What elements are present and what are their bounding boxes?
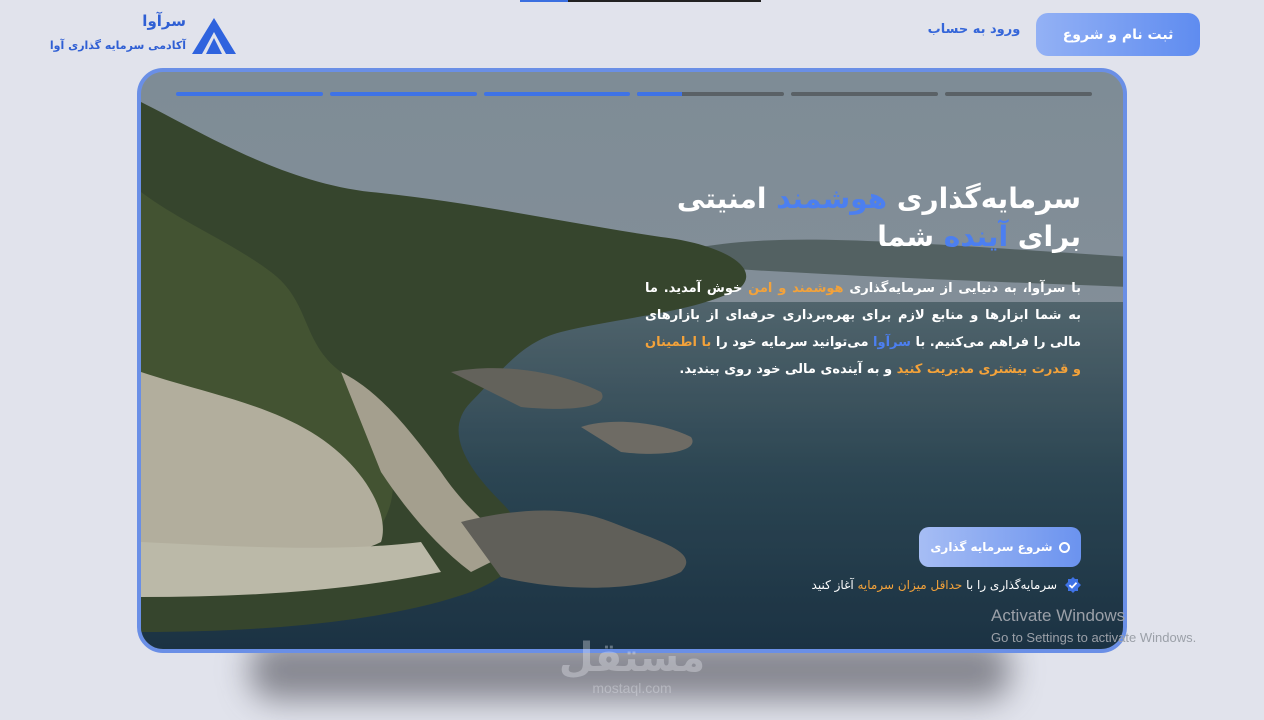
slide-indicator[interactable] — [483, 92, 631, 96]
slide-indicator-fill — [176, 92, 323, 96]
slide-indicator[interactable] — [945, 92, 1092, 96]
signup-button[interactable]: ثبت نام و شروع — [1036, 13, 1200, 56]
logo-a-icon — [192, 18, 236, 54]
login-link[interactable]: ورود به حساب — [924, 22, 1024, 37]
desc-brand-highlight: سرآوا — [873, 335, 911, 350]
title-highlight: آینده — [943, 220, 1009, 253]
mostaql-watermark: مستقل mostaql.com — [558, 635, 706, 696]
start-investing-button[interactable]: شروع سرمایه گذاری — [919, 527, 1081, 567]
coin-icon — [1058, 541, 1070, 553]
desc-highlight: هوشمند و امن — [748, 281, 844, 296]
slide-indicator[interactable] — [176, 92, 323, 96]
activate-windows-watermark: Activate Windows Go to Settings to activ… — [991, 606, 1197, 645]
desc-highlight: و قدرت بیشتری مدیریت کنید — [896, 362, 1081, 377]
slide-progress-bar — [176, 92, 1092, 98]
slide-indicator-fill — [483, 92, 631, 96]
hero-description: با سرآوا، به دنیایی از سرمایه‌گذاری هوشم… — [645, 281, 1082, 377]
top-scroll-indicator — [520, 0, 761, 2]
title-highlight: هوشمند — [776, 182, 888, 215]
start-investing-label: شروع سرمایه گذاری — [930, 540, 1053, 554]
desc-highlight: با اطمینان — [645, 335, 712, 350]
slide-indicator-fill — [637, 92, 682, 96]
slide-indicator[interactable] — [637, 92, 785, 96]
logo-subtitle: آکادمی سرمایه گذاری آوا — [49, 39, 186, 52]
hero-title: سرمایه‌گذاری هوشمند امنیتی برای آینده شم… — [676, 182, 1081, 253]
hero-slider: سرمایه‌گذاری هوشمند امنیتی برای آینده شم… — [137, 68, 1127, 653]
min-capital-note: سرمایه‌گذاری را با حداقل میزان سرمایه آغ… — [812, 577, 1081, 593]
slide-indicator[interactable] — [329, 92, 477, 96]
verified-check-icon — [1065, 577, 1081, 593]
slide-indicator[interactable] — [791, 92, 939, 96]
slide-indicator-fill — [329, 92, 477, 96]
brand-logo[interactable]: سرآوا آکادمی سرمایه گذاری آوا — [50, 12, 236, 60]
logo-name: سرآوا — [142, 12, 186, 30]
